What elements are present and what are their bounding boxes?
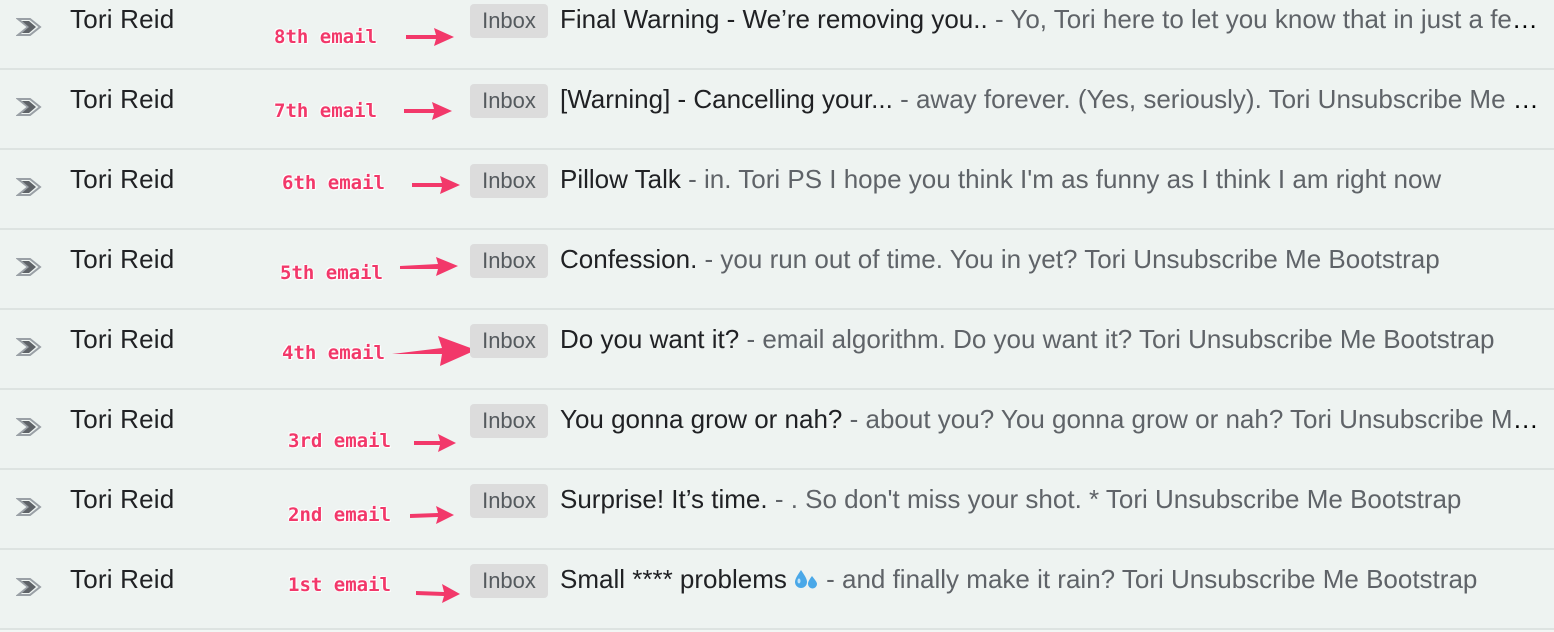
sender-name: Tori Reid [70, 484, 175, 514]
email-preview: Small **** problems - and finally make i… [560, 564, 1540, 595]
arrow-icon [406, 28, 454, 46]
inbox-label[interactable]: Inbox [470, 244, 548, 278]
inbox-label[interactable]: Inbox [470, 564, 548, 598]
email-order-annotation: 3rd email [288, 430, 391, 452]
separator: - [987, 4, 1011, 34]
email-preview: You gonna grow or nah? - about you? You … [560, 404, 1540, 435]
sender-name: Tori Reid [70, 164, 175, 194]
sender-name: Tori Reid [70, 4, 175, 34]
email-order-annotation: 7th email [274, 100, 377, 122]
sender-name: Tori Reid [70, 244, 175, 274]
email-order-annotation: 4th email [282, 342, 385, 364]
important-marker-icon[interactable] [16, 96, 44, 118]
arrow-icon [416, 584, 460, 603]
sender-name: Tori Reid [70, 404, 175, 434]
email-snippet: email algorithm. Do you want it? Tori Un… [762, 324, 1495, 354]
separator: - [818, 564, 842, 594]
email-subject: Surprise! It’s time. [560, 484, 768, 514]
email-preview: Do you want it? - email algorithm. Do yo… [560, 324, 1540, 355]
sender-name: Tori Reid [70, 84, 175, 114]
email-preview: Confession. - you run out of time. You i… [560, 244, 1540, 275]
email-preview: Pillow Talk - in. Tori PS I hope you thi… [560, 164, 1540, 195]
separator: - [767, 484, 791, 514]
email-snippet: you run out of time. You in yet? Tori Un… [720, 244, 1440, 274]
email-order-annotation: 8th email [274, 26, 377, 48]
important-marker-icon[interactable] [16, 576, 44, 598]
email-snippet: away forever. (Yes, seriously). Tori Uns… [915, 84, 1540, 114]
email-subject: Confession. [560, 244, 698, 274]
inbox-label[interactable]: Inbox [470, 4, 548, 38]
email-row[interactable]: Tori Reid 6th email Inbox Pillow Talk - … [0, 150, 1554, 230]
important-marker-icon[interactable] [16, 496, 44, 518]
separator: - [739, 324, 763, 354]
separator: - [680, 164, 705, 194]
arrow-icon [400, 257, 458, 276]
important-marker-icon[interactable] [16, 16, 44, 38]
email-row[interactable]: Tori Reid 1st email Inbox Small **** pro… [0, 550, 1554, 630]
email-snippet: . So don't miss your shot. * Tori Unsubs… [790, 484, 1462, 514]
arrow-icon [412, 176, 460, 194]
email-subject: Do you want it? [560, 324, 740, 354]
email-subject: Final Warning - We’re removing you.. [560, 4, 988, 34]
important-marker-icon[interactable] [16, 336, 44, 358]
email-snippet: in. Tori PS I hope you think I'm as funn… [704, 164, 1442, 194]
email-subject: Small **** problems [560, 564, 787, 594]
email-subject: Pillow Talk [560, 164, 681, 194]
email-snippet: Yo, Tori here to let you know that in ju… [1010, 4, 1540, 34]
inbox-label[interactable]: Inbox [470, 164, 548, 198]
sweat-droplets-icon [794, 570, 817, 589]
separator: - [892, 84, 916, 114]
email-preview: Surprise! It’s time. - . So don't miss y… [560, 484, 1540, 515]
email-row[interactable]: Tori Reid 3rd email Inbox You gonna grow… [0, 390, 1554, 470]
important-marker-icon[interactable] [16, 416, 44, 438]
inbox-label[interactable]: Inbox [470, 404, 548, 438]
important-marker-icon[interactable] [16, 176, 44, 198]
email-snippet: and finally make it rain? Tori Unsubscri… [841, 564, 1478, 594]
email-order-annotation: 6th email [282, 172, 385, 194]
arrow-icon [410, 506, 454, 524]
email-subject: You gonna grow or nah? [560, 404, 843, 434]
email-row[interactable]: Tori Reid 5th email Inbox Confession. - … [0, 230, 1554, 310]
email-preview: [Warning] - Cancelling your... - away fo… [560, 84, 1540, 115]
email-order-annotation: 1st email [288, 574, 391, 596]
inbox-label[interactable]: Inbox [470, 84, 548, 118]
email-list: Tori Reid 8th email Inbox Final Warning … [0, 0, 1554, 632]
separator: - [842, 404, 866, 434]
email-order-annotation: 2nd email [288, 504, 391, 526]
arrow-icon [404, 102, 452, 120]
email-order-annotation: 5th email [280, 262, 383, 284]
sender-name: Tori Reid [70, 324, 175, 354]
arrow-icon [414, 434, 456, 452]
email-preview: Final Warning - We’re removing you.. - Y… [560, 4, 1540, 35]
inbox-label[interactable]: Inbox [470, 484, 548, 518]
email-subject: [Warning] - Cancelling your... [560, 84, 893, 114]
email-snippet: about you? You gonna grow or nah? Tori U… [865, 404, 1541, 434]
arrow-icon [392, 336, 476, 366]
email-row[interactable]: Tori Reid 7th email Inbox [Warning] - Ca… [0, 70, 1554, 150]
important-marker-icon[interactable] [16, 256, 44, 278]
inbox-label[interactable]: Inbox [470, 324, 548, 358]
email-row[interactable]: Tori Reid 2nd email Inbox Surprise! It’s… [0, 470, 1554, 550]
separator: - [697, 244, 721, 274]
email-row[interactable]: Tori Reid 4th email Inbox Do you want it… [0, 310, 1554, 390]
sender-name: Tori Reid [70, 564, 175, 594]
email-row[interactable]: Tori Reid 8th email Inbox Final Warning … [0, 0, 1554, 70]
